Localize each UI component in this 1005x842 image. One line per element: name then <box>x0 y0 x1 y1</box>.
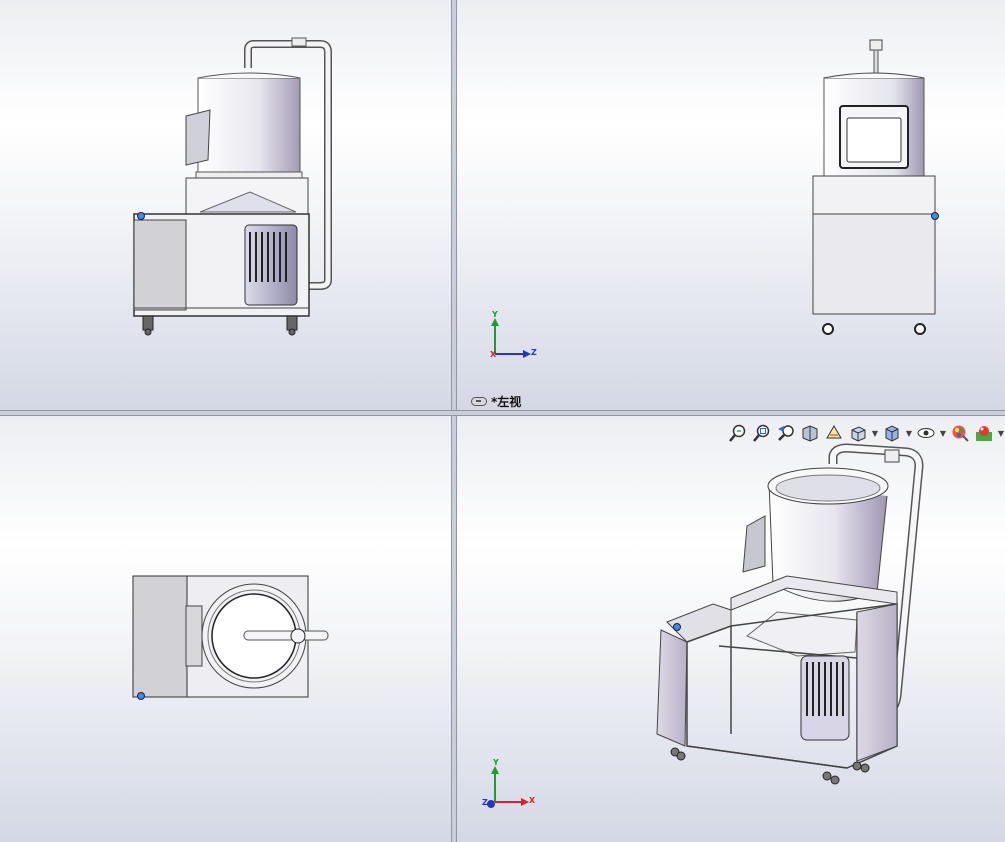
viewport-left[interactable]: Y Z X *左视 <box>457 0 1005 410</box>
viewport-top[interactable] <box>0 416 451 842</box>
triad-y-label: Y <box>492 310 498 319</box>
coordinate-triad-isometric: Y X Z <box>479 758 549 814</box>
view-label: *左视 <box>471 393 521 410</box>
front-view-model <box>133 37 332 336</box>
view-name: *左视 <box>491 395 522 409</box>
triad-z-label-iso: Z <box>482 798 488 807</box>
top-view-model <box>132 575 329 700</box>
triad-x-label: X <box>490 350 497 359</box>
viewport-front[interactable] <box>0 0 451 410</box>
triad-z-label: Z <box>531 348 537 357</box>
triad-x-label-iso: X <box>529 796 536 805</box>
coordinate-triad: Y Z X <box>485 310 545 362</box>
triad-y-label-iso: Y <box>493 758 499 767</box>
viewport-isometric[interactable]: ▼ ▼ ▼ ▼ Y X Z <box>457 416 1005 842</box>
viewport-horizontal-splitter[interactable] <box>0 410 1005 416</box>
viewport-vertical-splitter[interactable] <box>451 0 457 842</box>
link-views-icon[interactable] <box>471 397 487 406</box>
